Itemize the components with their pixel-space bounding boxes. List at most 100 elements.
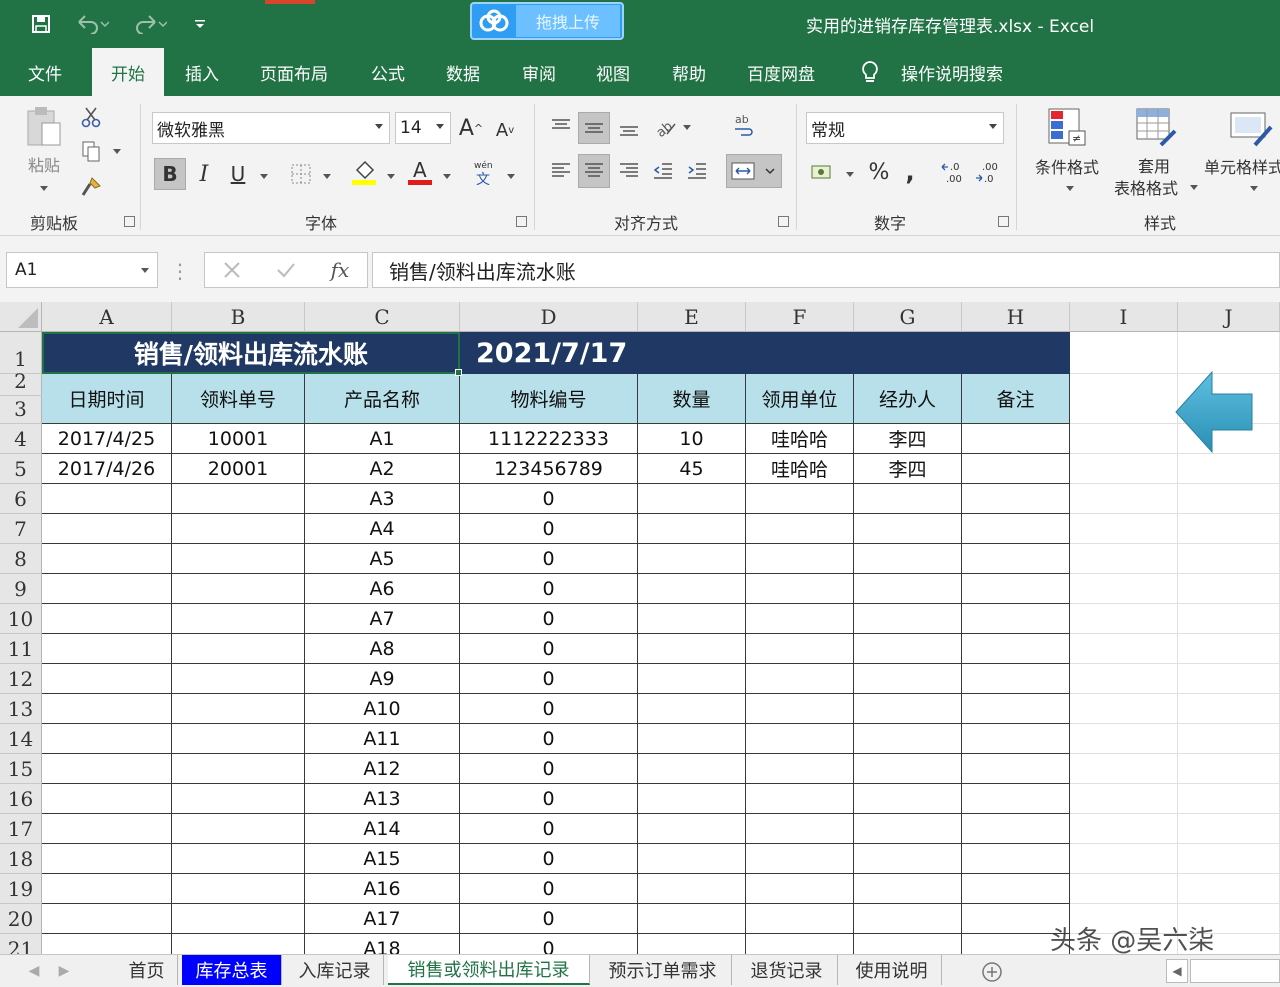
table-cell[interactable] bbox=[854, 844, 962, 874]
empty-cell[interactable] bbox=[1178, 694, 1280, 724]
select-all-corner[interactable] bbox=[0, 302, 42, 332]
copy-icon[interactable] bbox=[78, 138, 104, 164]
percent-button[interactable]: % bbox=[864, 156, 894, 188]
table-cell[interactable] bbox=[638, 574, 746, 604]
sheet-tab-home[interactable]: 首页 bbox=[116, 955, 178, 985]
table-cell[interactable]: 0 bbox=[460, 844, 638, 874]
table-cell[interactable]: A9 bbox=[305, 664, 460, 694]
clipboard-launcher-icon[interactable] bbox=[124, 216, 135, 227]
tab-page-layout[interactable]: 页面布局 bbox=[246, 48, 342, 96]
table-cell[interactable] bbox=[172, 694, 305, 724]
empty-cell[interactable] bbox=[1070, 844, 1178, 874]
table-cell[interactable] bbox=[962, 484, 1070, 514]
table-cell[interactable] bbox=[854, 634, 962, 664]
empty-cell[interactable] bbox=[1178, 754, 1280, 784]
table-cell[interactable] bbox=[172, 844, 305, 874]
table-cell[interactable] bbox=[854, 604, 962, 634]
table-cell[interactable] bbox=[746, 574, 854, 604]
table-cell[interactable]: A6 bbox=[305, 574, 460, 604]
header-cell[interactable]: 日期时间 bbox=[42, 374, 172, 424]
table-cell[interactable] bbox=[172, 814, 305, 844]
table-cell[interactable] bbox=[42, 724, 172, 754]
table-cell[interactable] bbox=[42, 784, 172, 814]
table-cell[interactable] bbox=[172, 934, 305, 954]
table-cell[interactable] bbox=[42, 904, 172, 934]
table-cell[interactable] bbox=[638, 634, 746, 664]
italic-button[interactable]: I bbox=[190, 158, 218, 190]
table-cell[interactable] bbox=[172, 544, 305, 574]
table-cell[interactable]: 0 bbox=[460, 754, 638, 784]
sheet-tab-forecast[interactable]: 预示订单需求 bbox=[594, 955, 732, 985]
table-cell[interactable] bbox=[746, 544, 854, 574]
table-cell[interactable]: A13 bbox=[305, 784, 460, 814]
table-cell[interactable] bbox=[854, 664, 962, 694]
table-cell[interactable]: A17 bbox=[305, 904, 460, 934]
cancel-icon[interactable] bbox=[215, 255, 249, 285]
header-cell[interactable]: 领料单号 bbox=[172, 374, 305, 424]
row-header-19[interactable]: 19 bbox=[0, 874, 42, 904]
table-cell[interactable] bbox=[172, 574, 305, 604]
table-cell[interactable]: 1112222333 bbox=[460, 424, 638, 454]
table-cell[interactable] bbox=[962, 724, 1070, 754]
font-name-select[interactable]: 微软雅黑 bbox=[152, 112, 390, 144]
paste-label[interactable]: 粘贴 bbox=[14, 152, 74, 176]
table-cell[interactable] bbox=[638, 814, 746, 844]
table-cell[interactable] bbox=[746, 694, 854, 724]
table-cell[interactable]: 0 bbox=[460, 784, 638, 814]
empty-cell[interactable] bbox=[1070, 574, 1178, 604]
table-cell[interactable] bbox=[854, 784, 962, 814]
table-cell[interactable] bbox=[638, 844, 746, 874]
table-cell[interactable] bbox=[42, 544, 172, 574]
empty-cell[interactable] bbox=[1070, 332, 1178, 374]
table-cell[interactable] bbox=[172, 754, 305, 784]
table-cell[interactable]: 20001 bbox=[172, 454, 305, 484]
table-cell[interactable] bbox=[854, 874, 962, 904]
table-cell[interactable] bbox=[42, 694, 172, 724]
table-cell[interactable] bbox=[172, 664, 305, 694]
table-cell[interactable]: 0 bbox=[460, 574, 638, 604]
phonetic-dropdown-icon[interactable] bbox=[507, 174, 515, 179]
header-cell[interactable]: 数量 bbox=[638, 374, 746, 424]
cell-styles-dropdown-icon[interactable] bbox=[1250, 186, 1258, 191]
table-cell[interactable]: A5 bbox=[305, 544, 460, 574]
borders-icon[interactable] bbox=[286, 160, 316, 188]
table-cell[interactable] bbox=[962, 784, 1070, 814]
empty-cell[interactable] bbox=[1070, 784, 1178, 814]
cell-styles-icon[interactable] bbox=[1226, 104, 1274, 152]
table-cell[interactable]: A3 bbox=[305, 484, 460, 514]
underline-button[interactable]: U bbox=[224, 158, 252, 190]
number-format-select[interactable]: 常规 bbox=[806, 112, 1004, 144]
font-launcher-icon[interactable] bbox=[516, 216, 527, 227]
empty-cell[interactable] bbox=[1070, 694, 1178, 724]
column-header-c[interactable]: C bbox=[305, 302, 460, 332]
empty-cell[interactable] bbox=[1178, 454, 1280, 484]
sheet-tab-returns[interactable]: 退货记录 bbox=[736, 955, 838, 985]
format-as-table-dropdown-icon[interactable] bbox=[1190, 185, 1198, 190]
drag-upload-label[interactable]: 拖拽上传 bbox=[516, 5, 620, 37]
table-cell[interactable] bbox=[746, 484, 854, 514]
table-cell[interactable]: 0 bbox=[460, 724, 638, 754]
table-cell[interactable] bbox=[962, 454, 1070, 484]
tab-help[interactable]: 帮助 bbox=[658, 48, 720, 96]
empty-cell[interactable] bbox=[1070, 604, 1178, 634]
table-cell[interactable]: 0 bbox=[460, 634, 638, 664]
table-cell[interactable] bbox=[638, 664, 746, 694]
grow-font-icon[interactable]: A ^ bbox=[456, 114, 486, 142]
tab-data[interactable]: 数据 bbox=[432, 48, 494, 96]
align-right-icon[interactable] bbox=[614, 156, 644, 186]
formula-bar-grip-icon[interactable]: ⋮ bbox=[170, 258, 190, 284]
table-cell[interactable]: 123456789 bbox=[460, 454, 638, 484]
table-cell[interactable] bbox=[854, 694, 962, 724]
save-icon[interactable] bbox=[26, 10, 56, 38]
empty-cell[interactable] bbox=[1178, 574, 1280, 604]
table-cell[interactable] bbox=[746, 784, 854, 814]
row-header-20[interactable]: 20 bbox=[0, 904, 42, 934]
decrease-indent-icon[interactable] bbox=[648, 156, 678, 186]
font-color-icon[interactable]: A bbox=[404, 156, 436, 188]
table-cell[interactable]: A10 bbox=[305, 694, 460, 724]
table-cell[interactable] bbox=[42, 514, 172, 544]
table-cell[interactable] bbox=[854, 724, 962, 754]
table-cell[interactable] bbox=[854, 544, 962, 574]
table-cell[interactable] bbox=[172, 514, 305, 544]
sheet-tab-outbound[interactable]: 销售或领料出库记录 bbox=[388, 955, 590, 985]
